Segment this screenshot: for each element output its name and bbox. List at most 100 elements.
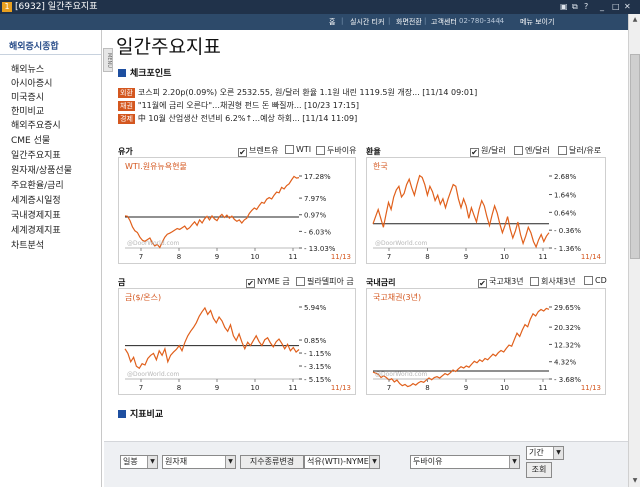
nav-screen-switch[interactable]: 화면전환	[396, 17, 422, 27]
maximize-icon[interactable]: □	[612, 2, 620, 12]
cd-label: CD	[595, 276, 607, 285]
right-index-select[interactable]: 두바이유 ▼	[410, 455, 520, 469]
option-corp-3y[interactable]: 회사채3년	[530, 276, 576, 287]
period2-select[interactable]: 기간 ▼	[526, 446, 564, 460]
corp-3y-checkbox[interactable]	[530, 277, 539, 286]
sidebar-item-cme-futures[interactable]: CME 선물	[11, 133, 50, 146]
nav-home[interactable]: 홈	[329, 17, 335, 27]
option-brent[interactable]: ✔ 브렌트유	[238, 145, 278, 157]
sidebar-item-daily-indicators[interactable]: 일간주요지표	[11, 148, 61, 161]
oil-x-tick-label: 10	[251, 253, 260, 261]
news-text: "11월에 금리 오른다"…채권형 펀드 돈 빠질까... [10/23 17:…	[137, 101, 359, 110]
link-icon[interactable]: ⧉	[572, 2, 578, 12]
nav-separator: |	[498, 17, 501, 25]
wti-checkbox[interactable]	[285, 145, 294, 154]
sidebar-divider	[0, 54, 101, 55]
fx-y-tick-label: 1.64%	[554, 192, 577, 200]
window-title: [6932] 일간주요지표	[15, 2, 98, 12]
news-text: 코스피 2.20p(0.09%) 오른 2532.55, 원/달러 환율 1.1…	[137, 88, 478, 97]
fx-y-tick-label: 2.68%	[554, 173, 577, 181]
sidebar-item-commodities[interactable]: 원자재/상품선물	[11, 163, 72, 176]
news-item[interactable]: 외환 코스피 2.20p(0.09%) 오른 2532.55, 원/달러 환율 1…	[118, 87, 477, 98]
gold-chart-panel: 5.94% 0.85% - 1.15% - 3.15% - 5.15% 7 8 9 10 11 @…	[118, 288, 356, 395]
wti-label: WTI	[296, 145, 312, 154]
jpy-usd-checkbox[interactable]	[514, 146, 523, 155]
usd-eur-checkbox[interactable]	[558, 146, 567, 155]
scroll-down-icon[interactable]: ▼	[630, 476, 640, 486]
query-button[interactable]: 조회	[526, 462, 552, 478]
option-wti[interactable]: WTI	[285, 145, 311, 154]
option-usd-eur[interactable]: 달러/유로	[558, 145, 601, 156]
close-icon[interactable]: ✕	[624, 2, 631, 12]
treasury-3y-checkbox[interactable]: ✔	[478, 279, 487, 288]
change-index-button[interactable]: 지수종류변경	[240, 455, 304, 469]
usd-eur-label: 달러/유로	[569, 146, 602, 155]
option-treasury-3y[interactable]: ✔ 국고채3년	[478, 276, 524, 288]
jpy-usd-label: 엔/달러	[525, 146, 550, 155]
corp-3y-label: 회사채3년	[541, 277, 576, 286]
sidebar-item-world-schedule[interactable]: 세계증시일정	[11, 193, 61, 206]
option-jpy-usd[interactable]: 엔/달러	[514, 145, 550, 156]
rate-watermark: @DoorWorld.com	[375, 371, 428, 378]
sidebar-item-overseas-major[interactable]: 해외주요증시	[11, 118, 61, 131]
sidebar-item-us-stocks[interactable]: 미국증시	[11, 90, 44, 103]
right-index-value: 두바이유	[413, 457, 443, 466]
sidebar-item-asia-stocks[interactable]: 아시아증시	[11, 76, 52, 89]
option-cd[interactable]: CD	[584, 276, 607, 285]
oil-chart: 17.28% 7.97% 0.97% - 6.03% - 13.03% 7 8 9 10 11…	[124, 173, 336, 261]
menu-toggle-tab[interactable]: MENU	[103, 48, 113, 72]
rate-x-tick-label: 11	[539, 384, 548, 392]
rate-y-tick-label: 29.65%	[554, 304, 581, 312]
vertical-scrollbar[interactable]: ▲ ▼	[628, 14, 640, 487]
fx-series-line	[372, 174, 550, 249]
option-nyme-gold[interactable]: ✔ NYME 금	[246, 276, 290, 288]
cd-checkbox[interactable]	[584, 276, 593, 285]
sidebar-item-domestic-economy[interactable]: 국내경제지표	[11, 208, 61, 221]
phila-gold-checkbox[interactable]	[296, 277, 305, 286]
chevron-down-icon: ▼	[147, 456, 157, 468]
section-bullet-icon	[118, 69, 126, 77]
option-dubai[interactable]: 두바이유	[316, 145, 356, 156]
oil-y-tick-label: - 13.03%	[304, 245, 336, 253]
oil-date-label: 11/13	[330, 253, 351, 261]
news-item[interactable]: 경제 中 10월 산업생산 전년비 6.2%↑…예상 하회... [11/14 1…	[118, 113, 357, 124]
rate-y-tick-label: - 3.68%	[554, 376, 581, 384]
option-krw-usd[interactable]: ✔ 원/달러	[470, 145, 506, 157]
period-select[interactable]: 일봉 ▼	[120, 455, 158, 469]
gold-date-label: 11/13	[330, 384, 351, 392]
section-bullet-icon	[118, 410, 126, 418]
fx-series-label: 한국	[373, 162, 388, 171]
gold-series-label: 금($/온스)	[125, 293, 162, 302]
oil-x-tick-label: 11	[289, 253, 298, 261]
krw-usd-checkbox[interactable]: ✔	[470, 148, 479, 157]
scroll-up-icon[interactable]: ▲	[630, 15, 640, 25]
dubai-checkbox[interactable]	[316, 146, 325, 155]
sidebar-item-world-economy[interactable]: 세계경제지표	[11, 223, 61, 236]
chevron-down-icon: ▼	[225, 456, 235, 468]
minimize-icon[interactable]: _	[600, 2, 604, 12]
news-item[interactable]: 채권 "11월에 금리 오른다"…채권형 펀드 돈 빠질까... [10/23 1…	[118, 100, 359, 111]
scroll-thumb[interactable]	[630, 54, 640, 259]
compare-heading: 지표비교	[118, 407, 163, 420]
oil-panel-title: 유가	[118, 147, 133, 156]
rate-x-tick-label: 8	[425, 384, 429, 392]
sidebar-item-korea-us-compare[interactable]: 한미비교	[11, 104, 44, 117]
nyme-gold-checkbox[interactable]: ✔	[246, 279, 255, 288]
nav-customer-center[interactable]: 고객센터	[431, 17, 457, 27]
nav-live-ticker[interactable]: 실시간 티커	[350, 17, 384, 27]
help-icon[interactable]: ?	[584, 2, 588, 12]
compare-controls: 일봉 ▼ 원자재 ▼ 지수종류변경 석유(WTI)-NYMEX ▼ 두바이유 ▼ 기간 ▼…	[104, 441, 628, 487]
left-index-select[interactable]: 석유(WTI)-NYMEX ▼	[304, 455, 380, 469]
sidebar-item-chart-analysis[interactable]: 차트분석	[11, 238, 44, 251]
brent-label: 브렌트유	[249, 146, 279, 155]
sidebar-item-fx-rates[interactable]: 주요환율/금리	[11, 178, 64, 191]
sidebar-item-overseas-news[interactable]: 해외뉴스	[11, 62, 44, 75]
pin-icon[interactable]: ▣	[560, 2, 568, 12]
category-select[interactable]: 원자재 ▼	[162, 455, 236, 469]
option-phila-gold[interactable]: 필라델피아 금	[296, 276, 354, 287]
brent-checkbox[interactable]: ✔	[238, 148, 247, 157]
nav-show-menu[interactable]: 메뉴 보이기	[520, 17, 554, 27]
phila-gold-label: 필라델피아 금	[307, 277, 354, 286]
fx-x-tick-label: 11	[539, 253, 548, 261]
fx-x-tick-label: 8	[425, 253, 429, 261]
